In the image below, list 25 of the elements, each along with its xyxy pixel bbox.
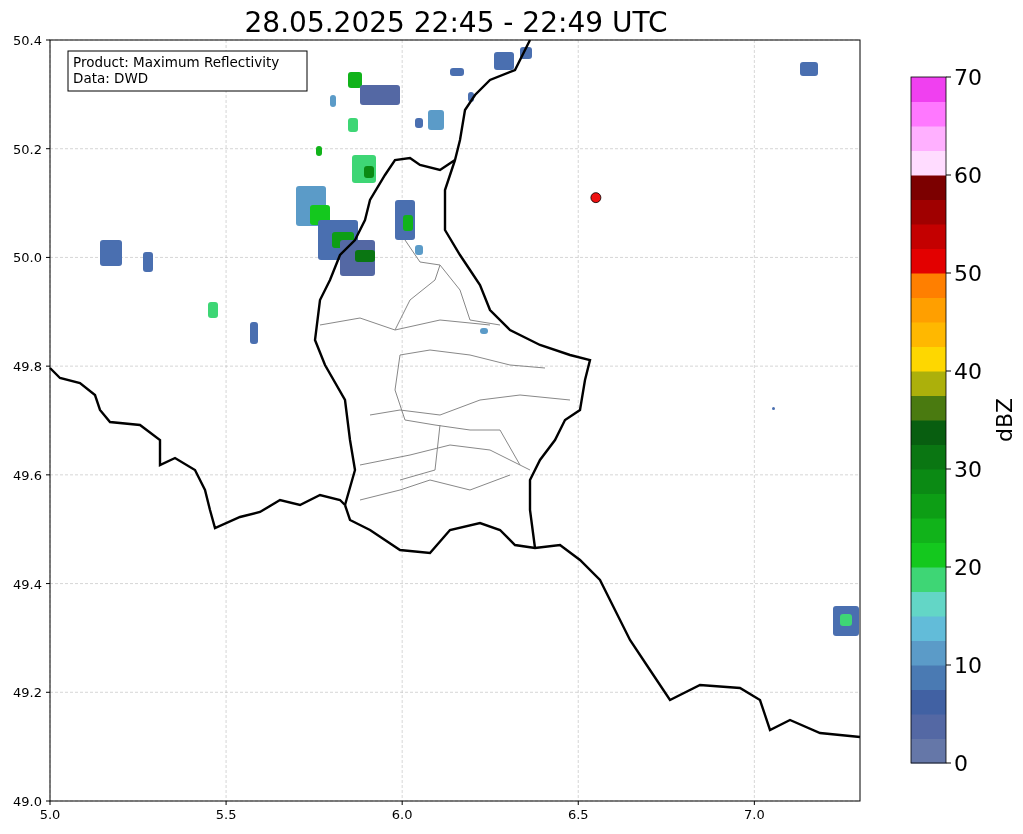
tick-label: 5.0	[39, 807, 61, 822]
tick-label: 49.2	[13, 685, 42, 701]
colorbar-tick-label: 70	[954, 65, 982, 90]
tick-label: 49.8	[13, 359, 42, 375]
colorbar-label: dBZ	[992, 397, 1017, 443]
colorbar-tick-label: 10	[954, 653, 982, 678]
colorbar-tick-label: 50	[954, 261, 982, 286]
tick-label: 49.4	[13, 576, 42, 592]
colorbar-tick-label: 40	[954, 359, 982, 384]
colorbar-tick-label: 0	[954, 751, 968, 776]
tick-label: 49.6	[13, 467, 42, 483]
colorbar-tick-label: 20	[954, 555, 982, 580]
tick-label: 6.0	[391, 807, 413, 822]
tick-label: 50.0	[13, 250, 42, 266]
legend-text: Product: Maximum Reflectivity	[73, 54, 280, 70]
tick-label: 50.2	[13, 141, 42, 157]
tick-label: 50.4	[13, 33, 42, 48]
tick-label: 7.0	[744, 807, 765, 822]
chart-title: 28.05.2025 22:45 - 22:49 UTC	[244, 6, 668, 39]
legend-text: Data: DWD	[73, 70, 149, 86]
tick-label: 5.5	[215, 807, 237, 822]
tick-label: 49.0	[13, 794, 42, 809]
colorbar-tick-label: 60	[954, 163, 982, 188]
colorbar-tick-label: 30	[954, 457, 982, 482]
tick-label: 6.5	[567, 807, 589, 822]
